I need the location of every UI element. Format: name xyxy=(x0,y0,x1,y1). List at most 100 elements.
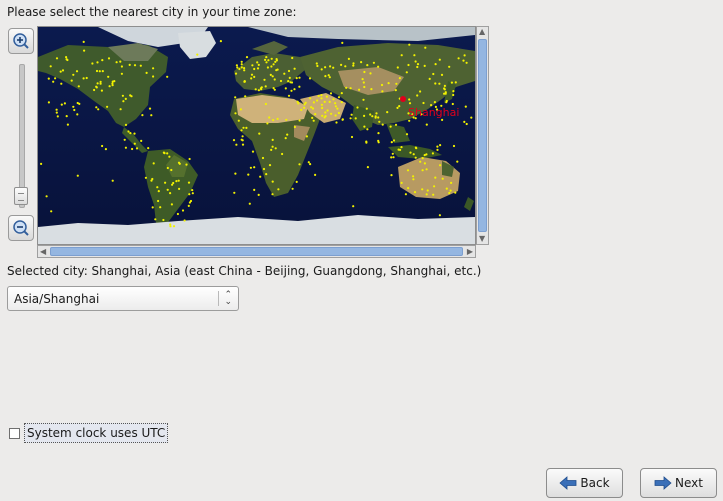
city-dot[interactable] xyxy=(219,40,222,43)
city-dot[interactable] xyxy=(76,113,79,116)
city-dot[interactable] xyxy=(423,162,426,165)
city-dot[interactable] xyxy=(434,82,437,85)
city-dot[interactable] xyxy=(366,166,369,169)
city-dot[interactable] xyxy=(329,65,332,68)
city-dot[interactable] xyxy=(375,112,378,115)
city-dot[interactable] xyxy=(456,160,459,163)
city-dot[interactable] xyxy=(311,107,315,110)
city-dot[interactable] xyxy=(55,108,58,111)
city-dot[interactable] xyxy=(61,69,65,72)
city-dot[interactable] xyxy=(257,89,260,92)
city-dot[interactable] xyxy=(298,85,301,88)
city-dot[interactable] xyxy=(421,157,424,160)
city-dot[interactable] xyxy=(65,115,68,118)
city-dot[interactable] xyxy=(377,141,380,144)
city-dot[interactable] xyxy=(408,102,412,105)
city-dot[interactable] xyxy=(260,86,263,89)
city-dot[interactable] xyxy=(243,80,246,83)
city-dot[interactable] xyxy=(443,92,446,95)
city-dot[interactable] xyxy=(392,139,396,142)
city-dot[interactable] xyxy=(56,115,59,118)
city-dot[interactable] xyxy=(408,43,411,46)
city-dot[interactable] xyxy=(187,204,190,207)
city-dot[interactable] xyxy=(70,79,73,82)
city-dot[interactable] xyxy=(414,146,417,149)
city-dot[interactable] xyxy=(303,106,306,109)
city-dot[interactable] xyxy=(406,169,410,172)
city-dot[interactable] xyxy=(433,185,436,188)
city-dot[interactable] xyxy=(49,65,52,68)
city-dot[interactable] xyxy=(273,78,276,81)
city-dot[interactable] xyxy=(254,88,257,91)
city-dot[interactable] xyxy=(465,61,468,64)
city-dot[interactable] xyxy=(266,66,269,69)
city-dot[interactable] xyxy=(123,138,126,141)
city-dot[interactable] xyxy=(253,166,256,169)
city-dot[interactable] xyxy=(356,106,359,109)
city-dot[interactable] xyxy=(166,152,169,155)
city-dot[interactable] xyxy=(454,191,457,194)
city-dot[interactable] xyxy=(157,190,160,193)
city-dot[interactable] xyxy=(141,114,144,117)
city-dot[interactable] xyxy=(59,70,62,73)
city-dot[interactable] xyxy=(407,187,410,190)
city-dot[interactable] xyxy=(340,63,343,66)
city-dot[interactable] xyxy=(334,102,337,105)
city-dot[interactable] xyxy=(463,54,466,57)
city-dot[interactable] xyxy=(241,135,244,138)
city-dot[interactable] xyxy=(119,108,122,111)
city-dot[interactable] xyxy=(300,108,303,111)
city-dot[interactable] xyxy=(421,169,424,172)
city-dot[interactable] xyxy=(405,133,409,136)
city-dot[interactable] xyxy=(107,75,110,78)
city-dot[interactable] xyxy=(425,168,428,171)
city-dot[interactable] xyxy=(390,174,393,177)
city-dot[interactable] xyxy=(265,173,268,176)
city-dot[interactable] xyxy=(196,53,199,56)
city-dot[interactable] xyxy=(363,125,366,128)
city-dot[interactable] xyxy=(274,147,277,150)
city-dot[interactable] xyxy=(135,147,139,150)
city-dot[interactable] xyxy=(73,108,76,112)
city-dot[interactable] xyxy=(152,75,155,78)
city-dot[interactable] xyxy=(433,101,436,104)
city-dot[interactable] xyxy=(152,67,155,70)
city-dot[interactable] xyxy=(439,144,442,147)
city-dot[interactable] xyxy=(389,125,392,128)
city-dot[interactable] xyxy=(243,69,246,72)
city-dot[interactable] xyxy=(327,74,330,77)
city-dot[interactable] xyxy=(434,176,437,179)
city-dot[interactable] xyxy=(464,105,467,108)
city-dot[interactable] xyxy=(408,119,411,122)
city-dot[interactable] xyxy=(422,101,425,105)
city-dot[interactable] xyxy=(312,101,315,104)
city-dot[interactable] xyxy=(328,100,331,103)
city-dot[interactable] xyxy=(251,150,255,153)
city-dot[interactable] xyxy=(65,58,68,61)
city-dot[interactable] xyxy=(431,152,434,155)
city-dot[interactable] xyxy=(441,177,444,180)
city-dot[interactable] xyxy=(234,112,237,115)
city-dot[interactable] xyxy=(284,137,287,140)
city-dot[interactable] xyxy=(414,60,417,63)
city-dot[interactable] xyxy=(405,71,408,74)
city-dot[interactable] xyxy=(334,105,337,108)
city-dot[interactable] xyxy=(96,82,99,85)
city-dot[interactable] xyxy=(256,61,259,64)
utc-checkbox[interactable] xyxy=(9,428,20,439)
city-dot[interactable] xyxy=(416,94,419,97)
city-dot[interactable] xyxy=(269,73,272,76)
city-dot[interactable] xyxy=(362,81,365,84)
city-dot[interactable] xyxy=(245,56,249,59)
city-dot[interactable] xyxy=(178,162,181,165)
city-dot[interactable] xyxy=(336,107,339,110)
city-dot[interactable] xyxy=(272,119,275,122)
city-dot[interactable] xyxy=(416,65,419,69)
city-dot[interactable] xyxy=(323,116,326,119)
city-dot[interactable] xyxy=(277,188,280,191)
city-dot[interactable] xyxy=(452,93,455,97)
city-dot[interactable] xyxy=(265,56,268,59)
city-dot[interactable] xyxy=(275,58,278,61)
city-dot[interactable] xyxy=(241,143,245,146)
city-dot[interactable] xyxy=(166,188,169,191)
